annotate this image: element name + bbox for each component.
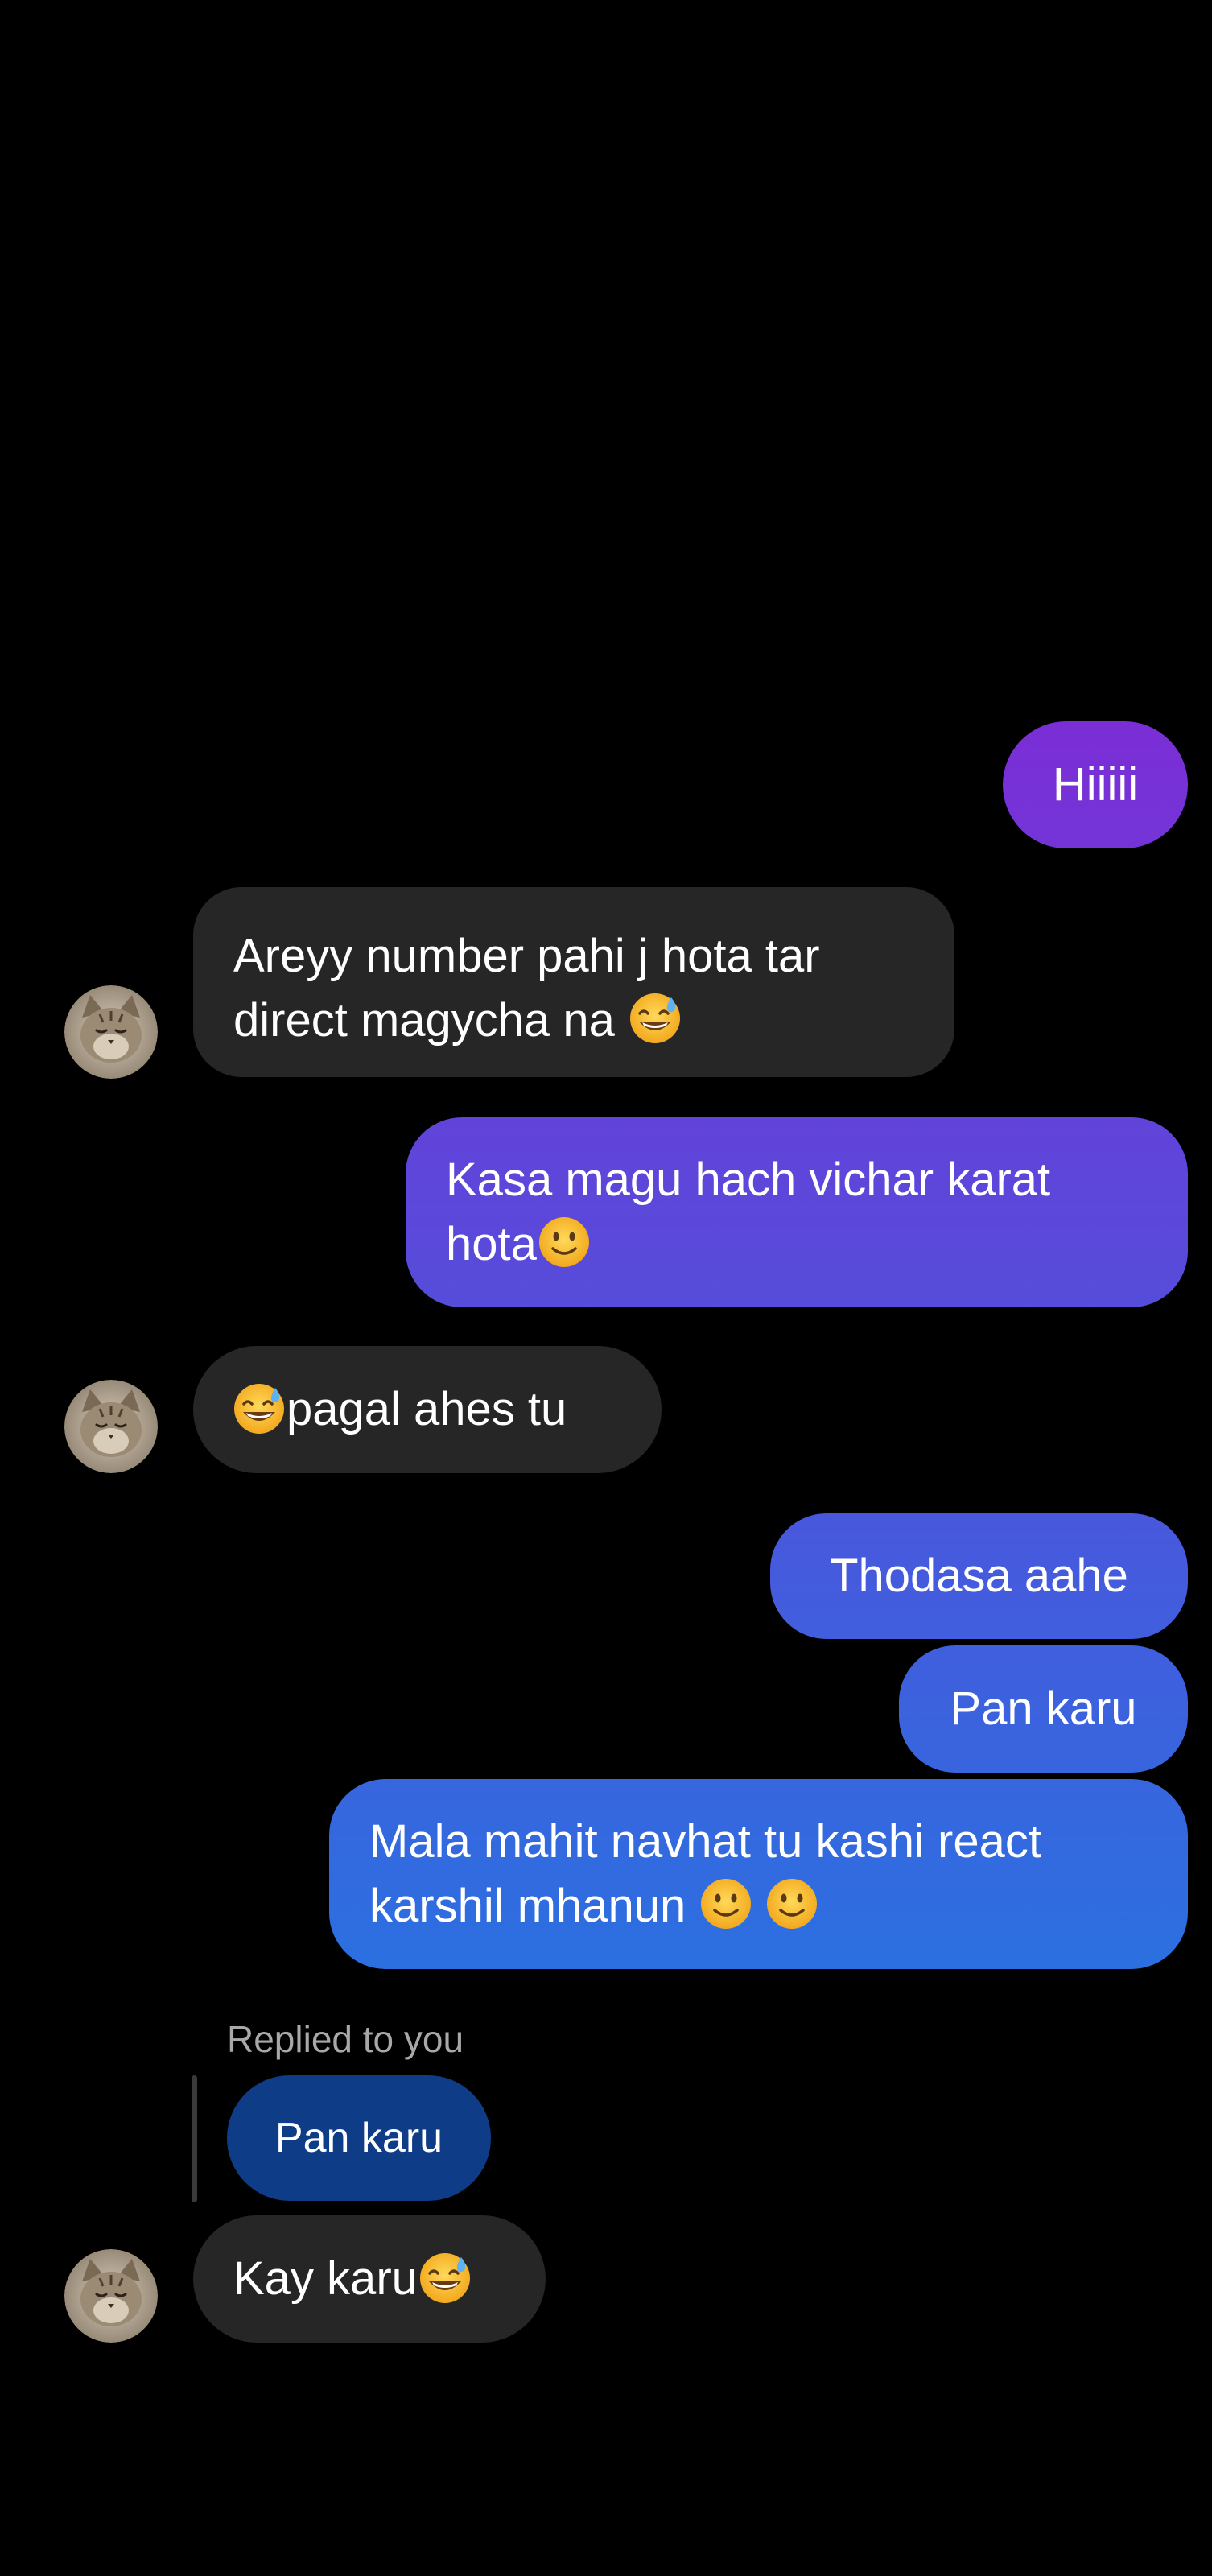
grinning-sweat-emoji-icon (418, 2251, 472, 2306)
message-text: Hiiiii (1052, 758, 1139, 811)
cat-avatar-icon (64, 1380, 158, 1473)
message-line: direct magycha na (233, 994, 615, 1046)
message-text: pagal ahes tu (287, 1383, 567, 1435)
reply-quote-bar (192, 2075, 197, 2202)
message-m3[interactable]: Kasa magu hach vichar karat hota (406, 1117, 1188, 1307)
message-m8[interactable]: Kay karu (193, 2215, 546, 2343)
quoted-message[interactable]: Pan karu (227, 2075, 491, 2201)
message-m4[interactable]: pagal ahes tu (193, 1346, 662, 1473)
replied-to-you-label: Replied to you (227, 2018, 464, 2060)
message-line: hota (446, 1218, 537, 1270)
avatar[interactable] (64, 2249, 158, 2343)
message-m2[interactable]: Areyy number pahi j hota tar direct magy… (193, 887, 954, 1077)
avatar[interactable] (64, 1380, 158, 1473)
message-m5[interactable]: Thodasa aahe (770, 1513, 1188, 1639)
slightly-smiling-emoji-icon (765, 1876, 819, 1931)
grinning-sweat-emoji-icon (232, 1381, 287, 1436)
slightly-smiling-emoji-icon (537, 1215, 592, 1269)
avatar[interactable] (64, 985, 158, 1079)
message-line: Mala mahit navhat tu kashi react (369, 1815, 1041, 1868)
message-line: Areyy number pahi j hota tar (233, 930, 820, 982)
message-m1[interactable]: Hiiiii (1003, 721, 1188, 848)
message-line: Kasa magu hach vichar karat (446, 1154, 1051, 1206)
chat-thread[interactable]: Hiiiii Areyy number pahi j hota tar dire… (0, 0, 1212, 2576)
message-m7[interactable]: Mala mahit navhat tu kashi react karshil… (329, 1779, 1188, 1969)
grinning-sweat-emoji-icon (628, 991, 682, 1046)
message-text: Thodasa aahe (830, 1550, 1128, 1602)
cat-avatar-icon (64, 2249, 158, 2343)
message-line: karshil mhanun (369, 1880, 686, 1932)
cat-avatar-icon (64, 985, 158, 1079)
message-text: Kay karu (233, 2252, 418, 2305)
message-m6[interactable]: Pan karu (899, 1645, 1188, 1773)
message-text: Pan karu (950, 1682, 1137, 1735)
slightly-smiling-emoji-icon (699, 1876, 753, 1931)
